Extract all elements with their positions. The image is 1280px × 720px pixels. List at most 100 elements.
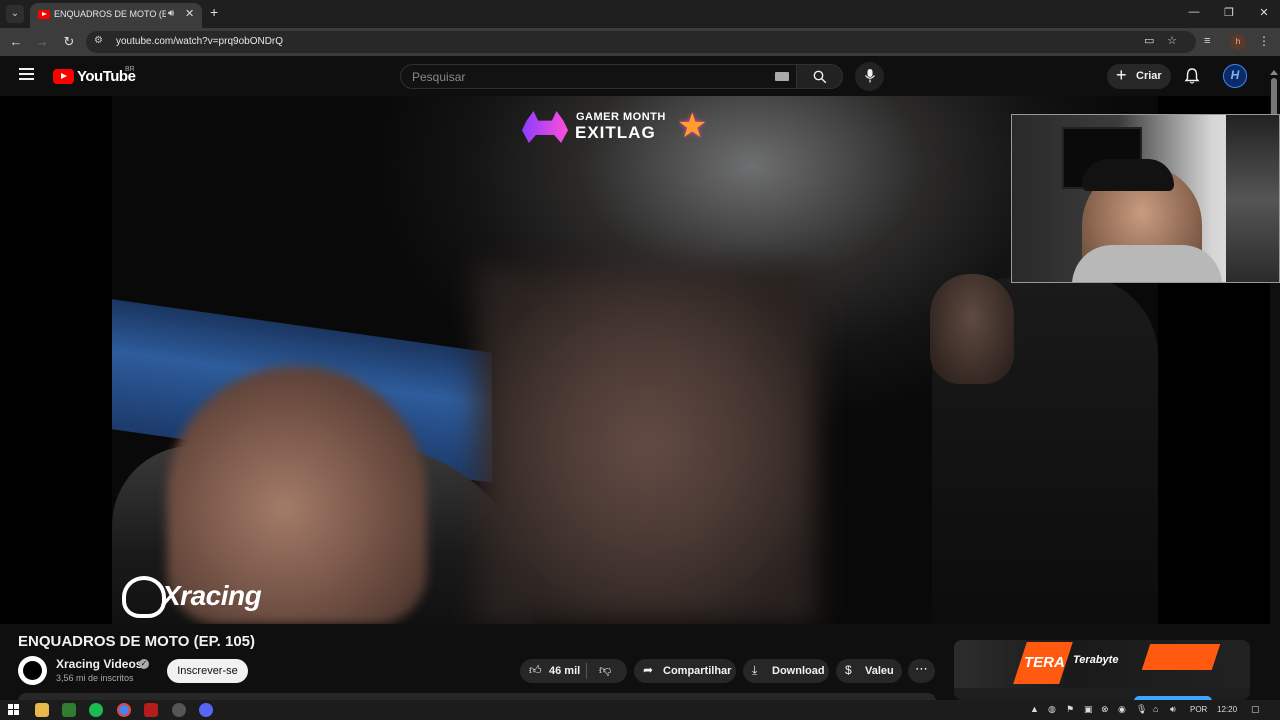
tray-nvidia-icon[interactable]: ▲ [1030, 704, 1039, 714]
discord-icon[interactable] [199, 703, 213, 717]
country-code: BR [125, 66, 135, 73]
like-divider [586, 663, 587, 679]
super-thanks-icon: $ [845, 663, 852, 677]
more-actions-icon[interactable]: ⋯ [908, 659, 935, 683]
subscriber-count: 3,56 mi de inscritos [56, 673, 134, 683]
tray-xbox-icon[interactable]: ⊗ [1101, 704, 1109, 715]
tab-close-icon[interactable]: ✕ [185, 7, 194, 20]
microphone-icon [865, 69, 875, 83]
browser-profile-avatar[interactable]: h [1230, 34, 1246, 50]
chrome-icon[interactable] [117, 703, 131, 717]
webcam-scene-cap [1082, 159, 1174, 191]
video-blurred-area [477, 266, 817, 624]
bookmark-star-icon[interactable]: ☆ [1167, 34, 1177, 47]
video-title: ENQUADROS DE MOTO (EP. 105) [18, 633, 255, 650]
tray-app-icon[interactable]: ◍ [1048, 704, 1056, 715]
guide-menu-icon[interactable] [19, 68, 34, 80]
address-bar[interactable]: ⚙︎ youtube.com/watch?v=prq9obONDrQ ▭ ☆ [86, 31, 1196, 53]
tab-title: ENQUADROS DE MOTO (EP. 105) [54, 9, 166, 19]
ad-banner: TERA Terabyte [954, 640, 1250, 688]
thumbs-down-icon[interactable]: 👎︎ [599, 663, 611, 678]
search-button[interactable] [796, 64, 843, 89]
tray-discord-icon[interactable]: ◉ [1118, 704, 1126, 715]
xbox-app-icon[interactable] [62, 703, 76, 717]
tray-network-icon[interactable]: ⚑ [1066, 704, 1074, 715]
media-control-icon[interactable]: ≡ [1204, 35, 1210, 47]
tray-volume-icon[interactable]: 🔊︎ [1170, 704, 1176, 715]
download-button[interactable]: ⤓ Download [743, 659, 829, 683]
spotify-icon[interactable] [89, 703, 103, 717]
file-explorer-icon[interactable] [35, 703, 49, 717]
plus-icon: + [1116, 65, 1127, 85]
share-arrow-icon: ➦ [643, 663, 654, 677]
sponsor-overlay-big-text: EXITLAG [575, 123, 656, 142]
tray-language[interactable]: POR [1190, 705, 1207, 714]
windows-taskbar: ▲ ◍ ⚑ ▣ ⊗ ◉ 🎙︎ ⌂ 🔊︎ POR 12:20 ▢ [0, 700, 1280, 720]
notifications-bell-icon[interactable] [1183, 67, 1201, 85]
verified-check-icon: ✓ [139, 659, 149, 669]
download-label: Download [772, 665, 825, 677]
tray-mic-icon[interactable]: 🎙︎ [1136, 704, 1147, 715]
tray-app2-icon[interactable]: ▣ [1084, 704, 1093, 715]
download-icon: ⤓ [752, 663, 758, 677]
channel-watermark: Xracing [122, 574, 302, 622]
window-restore-icon[interactable]: ❐ [1219, 6, 1239, 19]
sponsor-overlay: GAMER MONTH EXITLAG ★ [522, 108, 722, 148]
site-settings-icon[interactable]: ⚙︎ [94, 35, 103, 46]
search-input[interactable]: Pesquisar [400, 64, 797, 89]
reload-icon[interactable]: ↻ [61, 34, 77, 50]
ad-banner-orange-tag [1141, 644, 1221, 670]
window-minimize-icon[interactable]: — [1184, 6, 1204, 18]
window-close-icon[interactable]: ✕ [1254, 6, 1274, 19]
recording-app-icon[interactable] [144, 703, 158, 717]
tab-search-icon[interactable]: ⌄ [6, 5, 24, 23]
share-button[interactable]: ➦ Compartilhar [634, 659, 736, 683]
ad-brand: Terabyte [1073, 654, 1119, 666]
youtube-favicon-icon [38, 10, 50, 19]
create-label: Criar [1136, 70, 1162, 82]
search-placeholder: Pesquisar [412, 70, 466, 84]
tab-audio-icon[interactable]: 🔊︎ [168, 8, 174, 19]
webcam-overlay [1011, 114, 1280, 283]
tray-wifi-icon[interactable]: ⌂ [1153, 704, 1158, 714]
like-count[interactable]: 46 mil [549, 665, 580, 677]
share-label: Compartilhar [663, 665, 732, 677]
forward-arrow-icon[interactable]: → [34, 34, 50, 49]
webcam-scene-flag [1226, 115, 1279, 282]
youtube-logo-icon[interactable] [53, 69, 74, 84]
url-text[interactable]: youtube.com/watch?v=prq9obONDrQ [116, 36, 283, 47]
browser-toolbar: ← → ↻ ⚙︎ youtube.com/watch?v=prq9obONDrQ… [0, 28, 1280, 56]
browser-tab-active[interactable]: ENQUADROS DE MOTO (EP. 105) 🔊︎ ✕ [30, 3, 202, 28]
space-invader-icon [522, 111, 568, 143]
create-button[interactable]: + Criar [1107, 64, 1171, 89]
ad-headline: TERA [1024, 654, 1065, 671]
keyboard-icon[interactable] [775, 72, 789, 81]
channel-avatar[interactable] [18, 656, 47, 685]
browser-tab-strip: ⌄ ENQUADROS DE MOTO (EP. 105) 🔊︎ ✕ + — ❐… [0, 0, 1280, 28]
sponsor-overlay-small-text: GAMER MONTH [576, 111, 666, 123]
scrollbar-up-arrow-icon[interactable] [1270, 70, 1278, 75]
back-arrow-icon[interactable]: ← [8, 34, 24, 49]
obs-icon[interactable] [172, 703, 186, 717]
thanks-button[interactable]: $ Valeu [836, 659, 902, 683]
new-tab-plus-icon[interactable]: + [210, 4, 218, 20]
sidebar-ad-card[interactable]: TERA Terabyte [954, 640, 1250, 700]
search-icon [813, 70, 827, 84]
account-avatar[interactable]: H [1223, 64, 1247, 88]
video-frame [112, 96, 1158, 624]
browser-menu-icon[interactable]: ⋮ [1258, 34, 1270, 48]
channel-name[interactable]: Xracing Videos [56, 657, 142, 671]
thanks-label: Valeu [865, 665, 894, 677]
install-app-icon[interactable]: ▭ [1144, 34, 1154, 47]
like-dislike-group: 👍︎ 46 mil 👎︎ [520, 659, 627, 683]
youtube-header: YouTube BR Pesquisar + Criar H [0, 56, 1280, 96]
thumbs-up-icon[interactable]: 👍︎ [529, 663, 542, 678]
notification-center-icon[interactable]: ▢ [1251, 704, 1260, 715]
subscribe-button[interactable]: Inscrever-se [167, 659, 248, 683]
windows-start-icon[interactable] [8, 704, 20, 716]
spartan-helmet-icon [122, 576, 166, 618]
webcam-scene-shirt [1072, 245, 1222, 282]
tray-clock[interactable]: 12:20 [1217, 705, 1237, 714]
voice-search-button[interactable] [855, 62, 884, 91]
video-scene-officer-face [930, 274, 1014, 384]
